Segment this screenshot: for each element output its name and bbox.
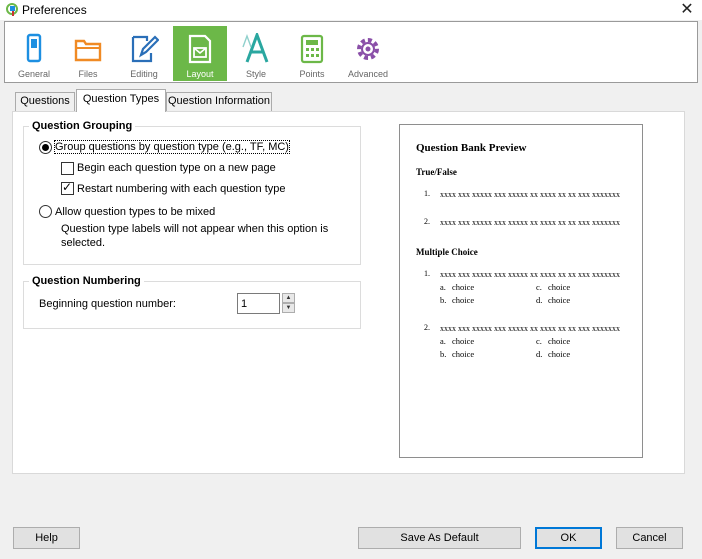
title-bar (0, 0, 702, 20)
preview-choice-letter: c. (536, 282, 542, 292)
restart-numbering-checkbox[interactable] (61, 180, 74, 195)
toolbar-points[interactable]: Points (285, 26, 339, 81)
group-by-type-label[interactable]: Group questions by question type (e.g., … (54, 140, 290, 154)
tab-questions[interactable]: Questions (15, 92, 75, 111)
toolbar-general-label: General (17, 69, 51, 79)
preview-choice-letter: b. (440, 349, 447, 359)
question-grouping-title: Question Grouping (29, 120, 136, 132)
toolbar-style-label: Style (245, 69, 266, 79)
toolbar: General Files Editing Layout Style Point… (4, 21, 698, 83)
toolbar-editing-label: Editing (130, 69, 158, 79)
help-button[interactable]: Help (13, 527, 80, 549)
spin-up-icon: ▲ (285, 295, 292, 301)
preview-question-text: xxxx xxx xxxxx xxx xxxxx xx xxxx xx xx x… (440, 324, 620, 333)
preview-choice-text: choice (452, 295, 475, 305)
question-bank-preview: Question Bank Preview True/False 1. xxxx… (399, 124, 643, 458)
help-button-label: Help (35, 532, 58, 544)
preview-title: Question Bank Preview (416, 142, 527, 154)
preview-choice-letter: d. (536, 349, 543, 359)
gear-icon (357, 38, 379, 60)
preview-question-text: xxxx xxx xxxxx xxx xxxxx xx xxxx xx xx x… (440, 218, 620, 227)
restart-numbering-label[interactable]: Restart numbering with each question typ… (77, 183, 286, 195)
preview-section-tf: True/False (416, 167, 457, 177)
mixed-note-line2: selected. (61, 237, 106, 249)
close-button[interactable]: ✕ (672, 0, 702, 20)
app-icon (6, 3, 18, 16)
cancel-button[interactable]: Cancel (616, 527, 683, 549)
toolbar-files[interactable]: Files (61, 26, 115, 81)
preview-choice-letter: a. (440, 282, 446, 292)
preview-choice-letter: d. (536, 295, 543, 305)
preview-section-mc: Multiple Choice (416, 247, 478, 257)
mixed-note-line1: Question type labels will not appear whe… (61, 223, 329, 235)
question-numbering-title: Question Numbering (29, 275, 144, 287)
preview-choice-text: choice (548, 349, 571, 359)
spin-up-button[interactable]: ▲ (282, 293, 295, 303)
beginning-number-label: Beginning question number: (39, 298, 176, 310)
preview-question-number: 2. (424, 323, 430, 332)
save-as-default-label: Save As Default (400, 532, 479, 544)
preview-choice-text: choice (452, 282, 475, 292)
beginning-number-input[interactable] (237, 293, 280, 314)
preview-choice-text: choice (548, 336, 571, 346)
preview-question-text: xxxx xxx xxxxx xxx xxxxx xx xxxx xx xx x… (440, 190, 620, 199)
spin-down-icon: ▼ (285, 305, 292, 311)
tab-question-types[interactable]: Question Types (76, 89, 166, 112)
toolbar-files-label: Files (78, 69, 98, 79)
cancel-button-label: Cancel (632, 532, 667, 544)
save-as-default-button[interactable]: Save As Default (358, 527, 521, 549)
ok-button-label: OK (560, 532, 577, 544)
preview-choice-text: choice (548, 282, 571, 292)
preview-question-number: 2. (424, 217, 430, 226)
preview-choice-text: choice (548, 295, 571, 305)
preview-choice-letter: b. (440, 295, 447, 305)
allow-mixed-radio[interactable] (39, 205, 52, 218)
toolbar-points-label: Points (299, 69, 325, 79)
edit-icon (131, 35, 159, 63)
style-icon (242, 33, 269, 63)
group-by-type-radio[interactable] (39, 141, 52, 154)
tab-question-types-label: Question Types (82, 93, 160, 105)
general-icon (26, 33, 42, 63)
toolbar-layout[interactable]: Layout (173, 26, 227, 81)
toolbar-editing[interactable]: Editing (117, 26, 171, 81)
ok-button[interactable]: OK (535, 527, 602, 549)
preview-question-number: 1. (424, 189, 430, 198)
folder-icon (74, 39, 102, 62)
spin-down-button[interactable]: ▼ (282, 303, 295, 313)
preview-question-text: xxxx xxx xxxxx xxx xxxxx xx xxxx xx xx x… (440, 270, 620, 279)
toolbar-layout-label: Layout (186, 69, 214, 79)
window-title: Preferences (22, 3, 87, 17)
new-page-label[interactable]: Begin each question type on a new page (77, 162, 276, 174)
tab-question-information[interactable]: Question Information (166, 92, 272, 111)
layout-icon (188, 34, 212, 64)
preview-choice-letter: c. (536, 336, 542, 346)
toolbar-style[interactable]: Style (229, 26, 283, 81)
preview-choice-text: choice (452, 349, 475, 359)
calculator-icon (300, 34, 324, 64)
preview-question-number: 1. (424, 269, 430, 278)
toolbar-general[interactable]: General (7, 26, 61, 81)
allow-mixed-label[interactable]: Allow question types to be mixed (55, 206, 215, 218)
preview-choice-text: choice (452, 336, 475, 346)
toolbar-advanced-label: Advanced (347, 69, 389, 79)
preview-choice-letter: a. (440, 336, 446, 346)
new-page-checkbox[interactable] (61, 162, 74, 175)
toolbar-advanced[interactable]: Advanced (341, 26, 395, 81)
